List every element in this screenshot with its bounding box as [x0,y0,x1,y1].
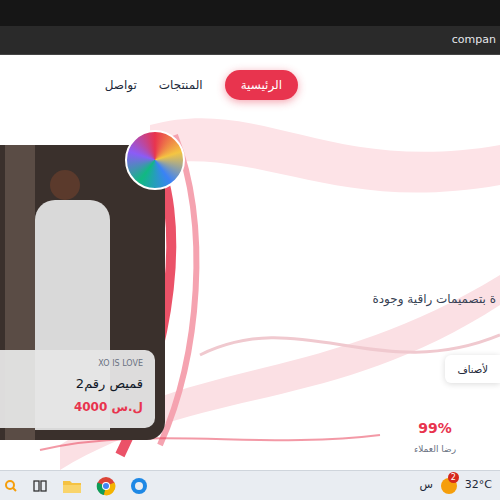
stat-label: رضا العملاء [414,443,456,457]
hero-tagline: ة بتصميمات راقية وجودة [372,290,496,308]
web-page: الرئيسية المنتجات تواصل XO IS LOVE قميص رق… [0,55,500,470]
nav-link[interactable]: المنتجات [159,70,203,100]
notification-badge: 2 [448,472,459,483]
product-price: 4000 ل.س [74,398,143,416]
folder-icon[interactable] [62,478,82,494]
address-bar[interactable]: compan [452,32,496,49]
browser-bar: compan [0,0,500,55]
main-nav: الرئيسية المنتجات تواصل [0,70,500,100]
product-info: XO IS LOVE قميص رقم2 4000 ل.س [0,350,155,428]
taskbar: س 2 32°C [0,470,500,500]
avatar-image [125,130,185,190]
chrome-icon[interactable] [96,476,116,496]
weather-temp: 32°C [465,477,492,494]
product-photo[interactable]: XO IS LOVE قميص رقم2 4000 ل.س [0,145,165,440]
weather-label: س [419,477,432,494]
task-view-icon[interactable] [32,478,48,494]
stat-item: 99% رضا العملاء [414,418,456,457]
weather-widget[interactable]: 2 [441,478,457,494]
nav-link[interactable]: تواصل [105,70,137,100]
product-name: قميص رقم2 [76,374,143,394]
product-brand: XO IS LOVE [98,358,143,370]
search-icon[interactable] [4,479,18,493]
nav-link[interactable]: الرئيسية [225,70,298,100]
browser-icon[interactable] [130,477,148,495]
stat-value: 99% [418,418,452,439]
categories-button[interactable]: لأصناف [445,355,500,383]
